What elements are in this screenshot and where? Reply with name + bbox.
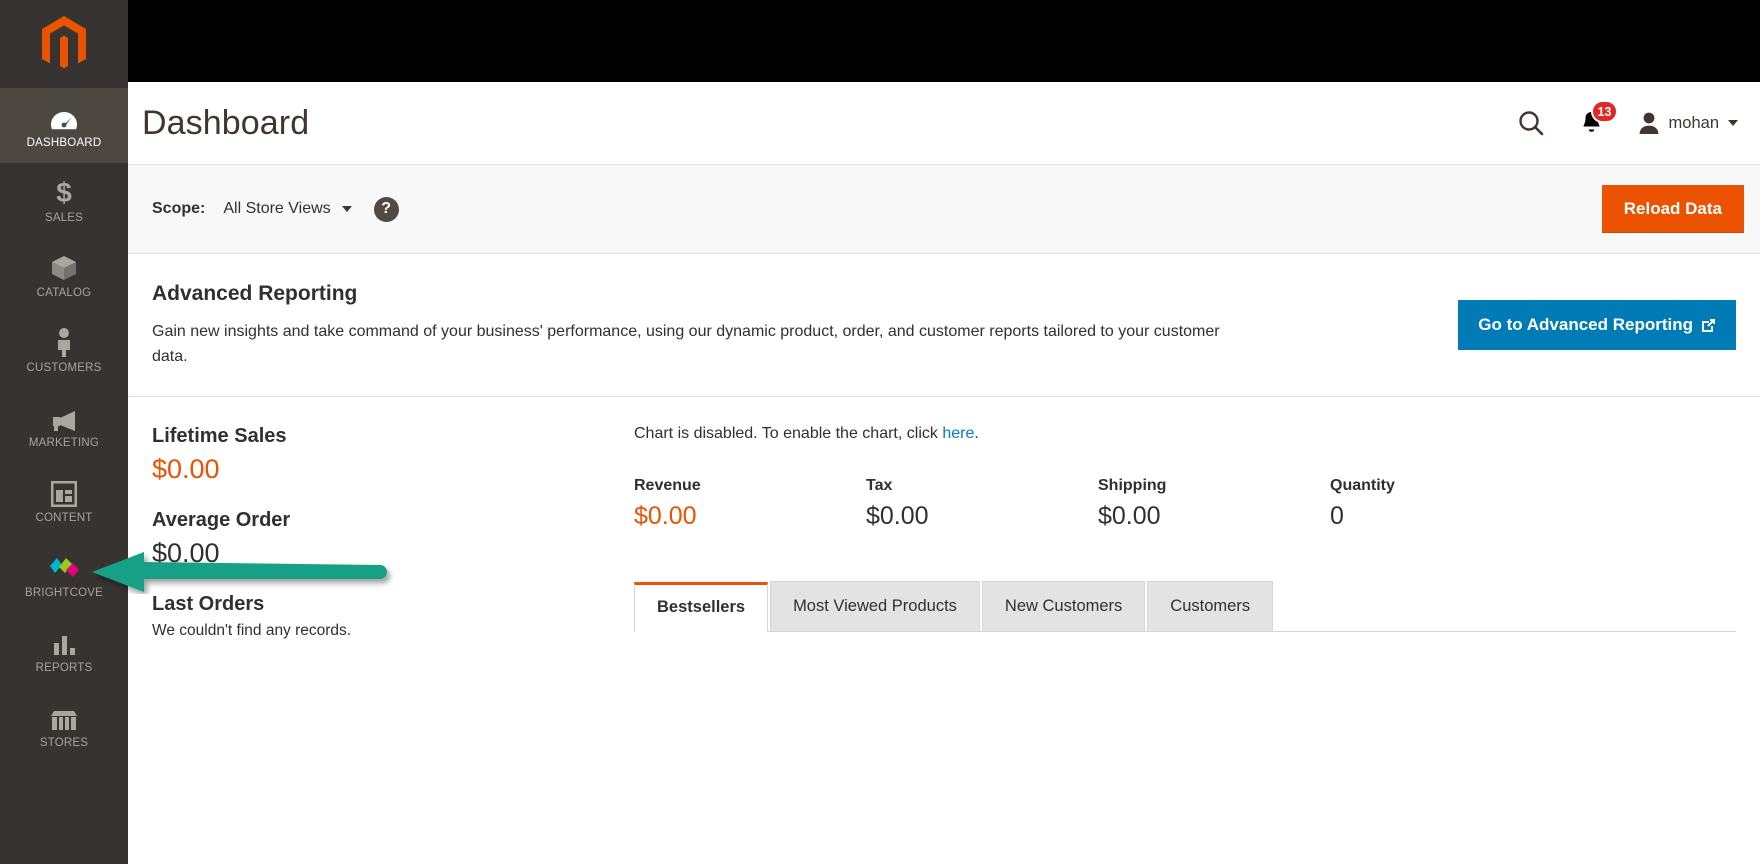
totals-row: Revenue $0.00 Tax $0.00 Shipping $0.00 Q… <box>634 477 1736 531</box>
user-menu[interactable]: mohan <box>1638 111 1738 135</box>
bar-chart-icon <box>51 627 77 657</box>
scope-selector[interactable]: All Store Views <box>223 200 352 218</box>
external-link-icon <box>1702 318 1715 332</box>
sidebar-item-reports[interactable]: REPORTS <box>0 613 128 688</box>
total-quantity: Quantity 0 <box>1330 477 1562 531</box>
sidebar-item-brightcove[interactable]: BRIGHTCOVE <box>0 538 128 613</box>
last-orders-block: Last Orders We couldn't find any records… <box>152 593 604 640</box>
user-avatar-icon <box>1639 112 1658 134</box>
sidebar-item-label: DASHBOARD <box>26 137 102 149</box>
lifetime-sales-title: Lifetime Sales <box>152 424 287 447</box>
scope-label: Scope: <box>152 200 206 217</box>
total-value: $0.00 <box>634 501 697 530</box>
average-order-title: Average Order <box>152 508 291 531</box>
enable-chart-link[interactable]: here <box>942 425 974 442</box>
last-orders-title: Last Orders <box>152 592 265 615</box>
question-mark-icon[interactable]: ? <box>373 196 399 222</box>
chart-notice-prefix: Chart is disabled. To enable the chart, … <box>634 424 943 442</box>
sidebar-item-label: MARKETING <box>28 437 100 449</box>
lifetime-sales-block: Lifetime Sales $0.00 <box>152 425 604 485</box>
last-orders-empty-message: We couldn't find any records. <box>152 621 352 639</box>
total-shipping: Shipping $0.00 <box>1098 477 1330 531</box>
svg-text:$: $ <box>56 177 72 207</box>
user-name: mohan <box>1668 113 1719 132</box>
average-order-block: Average Order $0.00 <box>152 509 604 569</box>
search-icon[interactable] <box>1517 109 1545 137</box>
dollar-icon: $ <box>53 177 75 207</box>
sidebar-item-stores[interactable]: STORES <box>0 688 128 763</box>
magento-logo[interactable] <box>0 0 128 88</box>
total-value: $0.00 <box>866 501 929 530</box>
megaphone-icon <box>49 402 79 432</box>
reload-data-button[interactable]: Reload Data <box>1601 185 1744 233</box>
scope-selected-value: All Store Views <box>223 200 331 217</box>
sidebar-item-label: STORES <box>39 737 89 749</box>
box-icon <box>50 252 78 282</box>
dashboard-tabs: Bestsellers Most Viewed Products New Cus… <box>634 580 1736 632</box>
brightcove-icon <box>47 552 81 582</box>
sidebar-item-sales[interactable]: $ SALES <box>0 163 128 238</box>
tab-customers[interactable]: Customers <box>1147 580 1274 631</box>
sidebar-item-label: BRIGHTCOVE <box>24 587 104 599</box>
magento-admin-dashboard: DASHBOARD $ SALES CATALOG CUSTOMERS MARK… <box>0 0 1760 864</box>
advanced-reporting-description: Gain new insights and take command of yo… <box>152 323 1220 365</box>
chevron-down-icon <box>341 206 352 212</box>
page-title: Dashboard <box>142 103 310 142</box>
sidebar-item-customers[interactable]: CUSTOMERS <box>0 313 128 388</box>
go-to-advanced-reporting-label: Go to Advanced Reporting <box>1478 315 1693 334</box>
magento-logo-icon <box>42 16 86 69</box>
sidebar-item-marketing[interactable]: MARKETING <box>0 388 128 463</box>
advanced-reporting-text: Advanced Reporting Gain new insights and… <box>152 282 1237 370</box>
go-to-advanced-reporting-button[interactable]: Go to Advanced Reporting <box>1458 300 1736 350</box>
chart-notice-suffix: . <box>974 424 979 442</box>
advanced-reporting-title: Advanced Reporting <box>152 282 358 305</box>
sidebar-item-label: CATALOG <box>36 287 92 299</box>
notifications-button[interactable]: 13 <box>1579 100 1619 136</box>
lifetime-sales-value: $0.00 <box>152 453 220 484</box>
sidebar-item-label: CONTENT <box>35 512 93 524</box>
dashboard-right-column: Chart is disabled. To enable the chart, … <box>628 397 1760 864</box>
total-label: Shipping <box>1098 476 1167 494</box>
dashboard-body: Lifetime Sales $0.00 Average Order $0.00… <box>128 397 1760 864</box>
total-label: Quantity <box>1330 476 1395 494</box>
notification-badge: 13 <box>1590 100 1619 123</box>
chevron-down-icon <box>1728 120 1738 126</box>
advanced-reporting-section: Advanced Reporting Gain new insights and… <box>128 254 1760 397</box>
main-content: Dashboard 13 mohan Scope: All Store View… <box>128 0 1760 864</box>
total-value: 0 <box>1330 501 1344 530</box>
total-tax: Tax $0.00 <box>866 477 1098 531</box>
dashboard-left-column: Lifetime Sales $0.00 Average Order $0.00… <box>128 397 628 864</box>
tab-new-customers[interactable]: New Customers <box>981 580 1146 631</box>
sidebar: DASHBOARD $ SALES CATALOG CUSTOMERS MARK… <box>0 0 128 864</box>
gauge-icon <box>49 102 79 132</box>
average-order-value: $0.00 <box>152 537 220 568</box>
tab-most-viewed-products[interactable]: Most Viewed Products <box>770 580 980 631</box>
sidebar-item-label: CUSTOMERS <box>26 362 102 374</box>
sidebar-item-dashboard[interactable]: DASHBOARD <box>0 88 128 163</box>
layout-icon <box>51 477 77 507</box>
sidebar-item-content[interactable]: CONTENT <box>0 463 128 538</box>
total-revenue: Revenue $0.00 <box>634 477 866 531</box>
scope-bar: Scope: All Store Views ? Reload Data <box>128 164 1760 254</box>
sidebar-item-label: REPORTS <box>35 662 93 674</box>
tab-bestsellers[interactable]: Bestsellers <box>634 581 769 632</box>
header-actions: 13 mohan <box>1517 100 1738 137</box>
chart-disabled-notice: Chart is disabled. To enable the chart, … <box>634 425 1736 443</box>
total-label: Revenue <box>634 476 701 494</box>
top-black-bar <box>128 0 1760 82</box>
person-icon <box>54 327 74 357</box>
sidebar-item-label: SALES <box>44 212 84 224</box>
total-label: Tax <box>866 476 893 494</box>
total-value: $0.00 <box>1098 501 1161 530</box>
sidebar-item-catalog[interactable]: CATALOG <box>0 238 128 313</box>
storefront-icon <box>49 702 79 732</box>
page-header: Dashboard 13 mohan <box>128 82 1760 164</box>
